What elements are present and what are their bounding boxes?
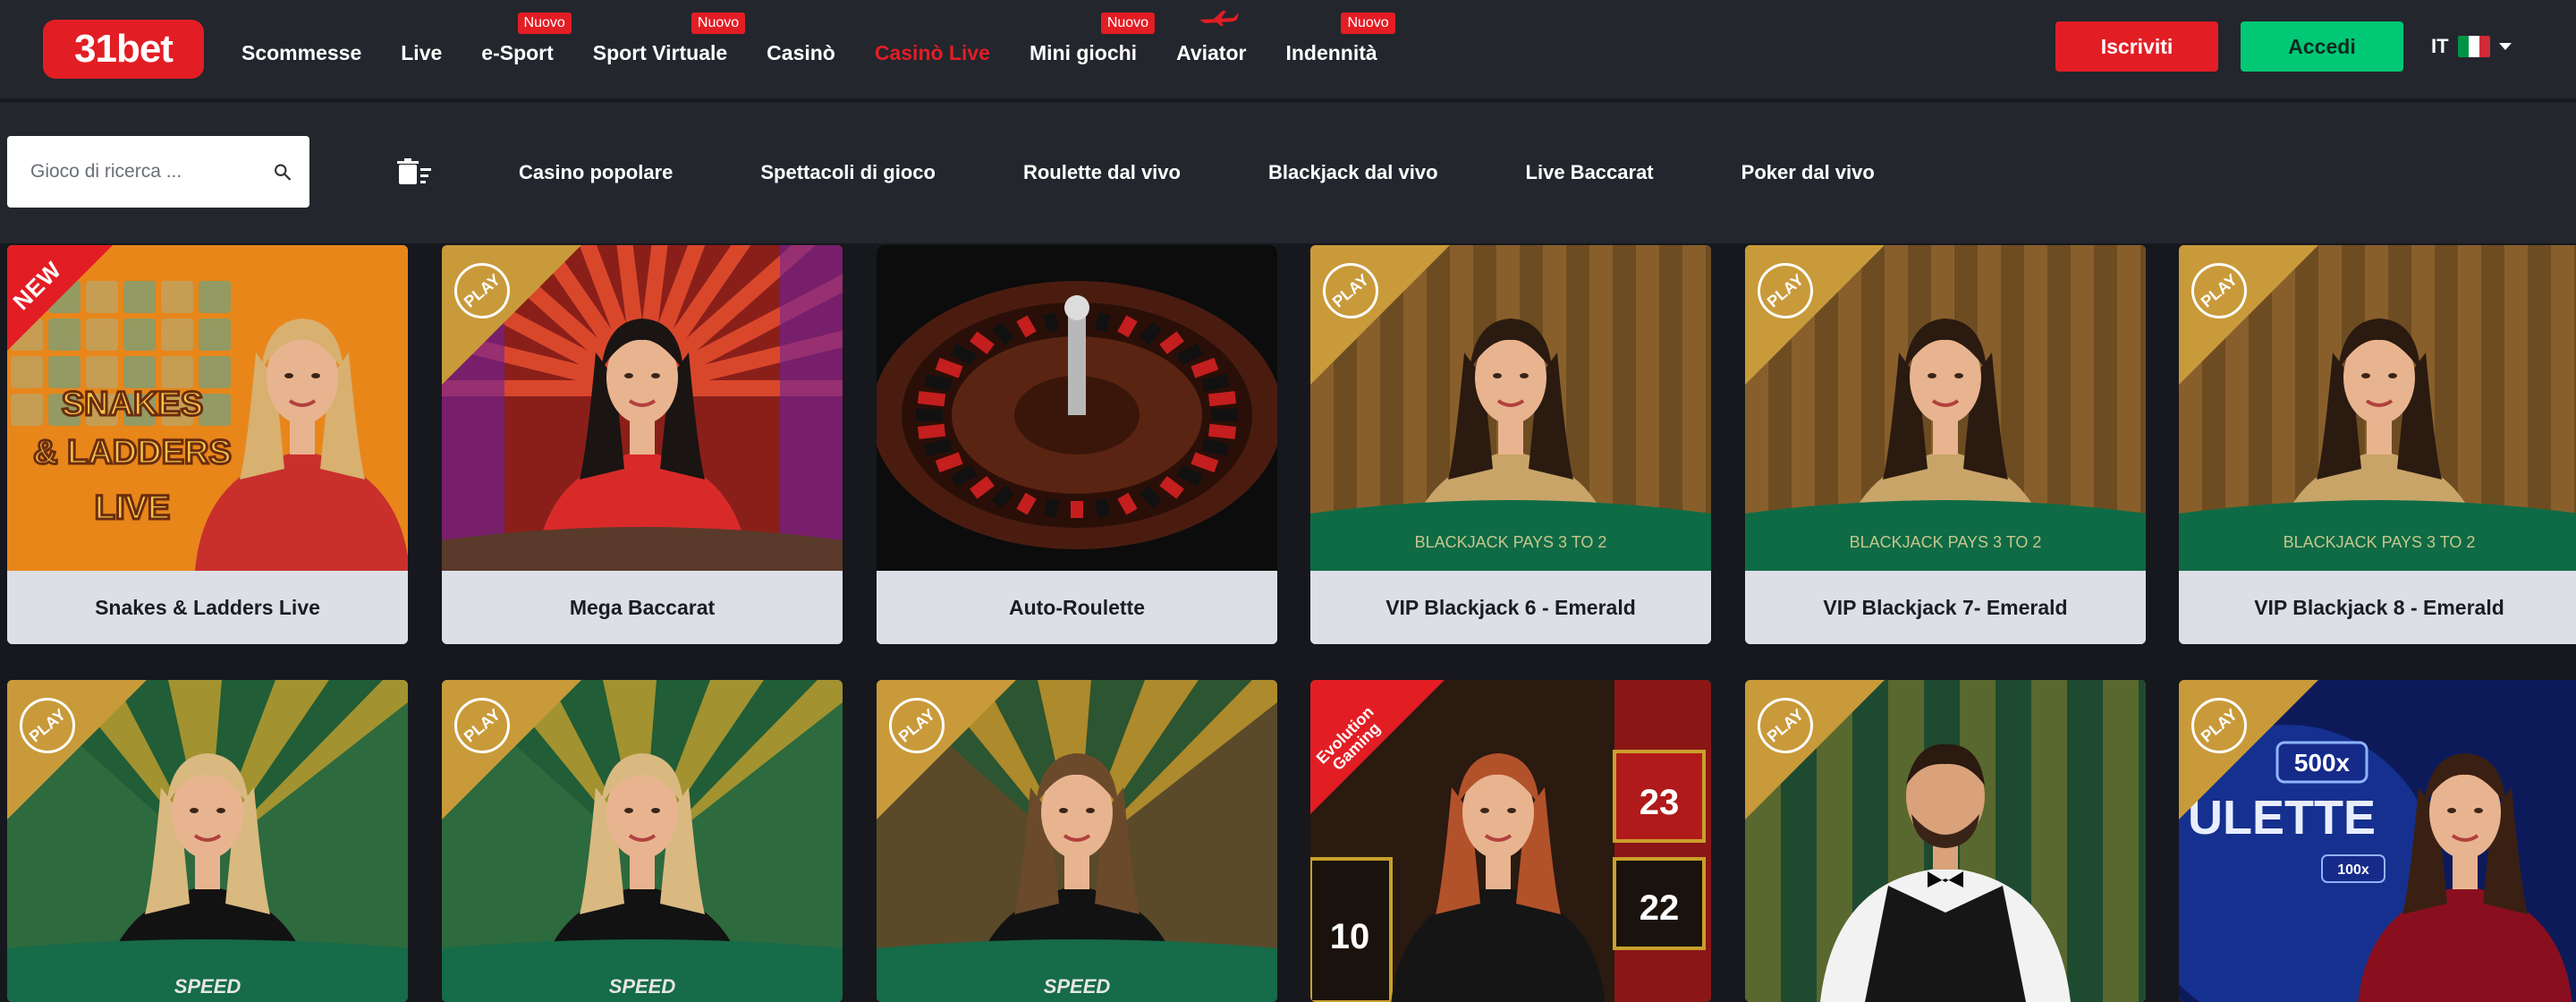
nav-item-indennit-[interactable]: Indennità Nuovo: [1285, 12, 1395, 65]
game-thumbnail[interactable]: SPEED PLAY: [877, 680, 1277, 1002]
nav-item-label: Aviator: [1176, 40, 1247, 64]
language-code: IT: [2431, 35, 2449, 57]
svg-text:BLACKJACK PAYS 3 TO 2: BLACKJACK PAYS 3 TO 2: [1415, 533, 1607, 551]
nav-item-label: Scommesse: [242, 40, 362, 64]
game-card[interactable]: SPEED PLAY: [7, 680, 408, 1002]
logo-text: 31bet: [74, 27, 174, 71]
game-thumbnail[interactable]: SNAKES & LADDERS LIVE NEW: [7, 245, 408, 571]
brand-logo[interactable]: 31bet: [43, 20, 204, 79]
game-card[interactable]: BLACKJACK PAYS 3 TO 2 PLAY VIP Blackjack 6…: [1310, 245, 1711, 644]
signup-button[interactable]: Iscriviti: [2055, 21, 2218, 72]
category-tab-poker-dal-vivo[interactable]: Poker dal vivo: [1741, 161, 1875, 184]
play-ribbon: [442, 245, 581, 385]
chevron-down-icon: [2498, 43, 2512, 50]
game-thumbnail[interactable]: PLAY: [1745, 680, 2146, 1002]
nav-item-live[interactable]: Live: [401, 36, 442, 65]
game-thumbnail[interactable]: 23 10 22 Evolution Gaming: [1310, 680, 1711, 1002]
italy-flag-icon: [2457, 36, 2490, 57]
game-thumbnail[interactable]: BLACKJACK PAYS 3 TO 2 PLAY: [2179, 245, 2576, 571]
nav-item-label: Indennità: [1285, 40, 1377, 64]
svg-text:22: 22: [1640, 888, 1680, 928]
category-tab-live-baccarat[interactable]: Live Baccarat: [1526, 161, 1654, 184]
game-title[interactable]: VIP Blackjack 6 - Emerald: [1310, 571, 1711, 644]
nav-item-casin-[interactable]: Casinò: [767, 36, 835, 65]
nav-item-label: Casinò: [767, 40, 835, 64]
game-title[interactable]: Snakes & Ladders Live: [7, 571, 408, 644]
category-tab-roulette-dal-vivo[interactable]: Roulette dal vivo: [1023, 161, 1181, 184]
play-ribbon: [1310, 245, 1450, 385]
search-input[interactable]: [30, 161, 273, 183]
game-thumbnail-art: [877, 245, 1277, 571]
new-badge: Nuovo: [517, 12, 572, 34]
category-tab-blackjack-dal-vivo[interactable]: Blackjack dal vivo: [1268, 161, 1438, 184]
game-title[interactable]: VIP Blackjack 7- Emerald: [1745, 571, 2146, 644]
nav-item-label: Live: [401, 40, 443, 64]
category-bar: Casino popolare Spettacoli di gioco Roulet…: [0, 102, 2576, 243]
svg-text:SPEED: SPEED: [1044, 975, 1111, 998]
nav-item-label: Mini giochi: [1029, 40, 1138, 64]
nav-item-scommesse[interactable]: Scommesse: [242, 36, 361, 65]
game-title[interactable]: VIP Blackjack 8 - Emerald: [2179, 571, 2576, 644]
svg-text:SPEED: SPEED: [174, 975, 242, 998]
new-badge: Nuovo: [691, 12, 746, 34]
search-icon[interactable]: [273, 158, 292, 185]
play-ribbon: [2179, 245, 2318, 385]
nav-item-label: Casinò Live: [874, 40, 990, 64]
svg-text:BLACKJACK PAYS 3 TO 2: BLACKJACK PAYS 3 TO 2: [1850, 533, 2042, 551]
play-ribbon: [1745, 680, 1885, 819]
game-card[interactable]: Auto-Roulette: [877, 245, 1277, 644]
game-card[interactable]: BLACKJACK PAYS 3 TO 2 PLAY VIP Blackjack 7…: [1745, 245, 2146, 644]
play-ribbon: [7, 680, 147, 819]
game-card[interactable]: 23 10 22 Evolution Gaming: [1310, 680, 1711, 1002]
game-card[interactable]: 500x ULETTE 100x PLAY: [2179, 680, 2576, 1002]
main-nav: Scommesse Live e-Sport Nuovo Sport Virtuale N…: [242, 0, 1417, 100]
search-box: [7, 136, 309, 208]
nav-item-e-sport[interactable]: e-Sport Nuovo: [481, 12, 572, 65]
svg-text:SPEED: SPEED: [609, 975, 676, 998]
game-thumbnail[interactable]: [877, 245, 1277, 571]
new-badge: Nuovo: [1100, 12, 1156, 34]
game-card[interactable]: SNAKES & LADDERS LIVE NEW Snakes & Ladder…: [7, 245, 408, 644]
new-badge: Nuovo: [1341, 12, 1395, 34]
category-tab-casino-popolare[interactable]: Casino popolare: [519, 161, 673, 184]
category-tab-spettacoli-di-gioco[interactable]: Spettacoli di gioco: [760, 161, 936, 184]
game-title[interactable]: Auto-Roulette: [877, 571, 1277, 644]
game-thumbnail[interactable]: SPEED PLAY: [442, 680, 843, 1002]
game-thumbnail[interactable]: BLACKJACK PAYS 3 TO 2 PLAY: [1310, 245, 1711, 571]
login-button[interactable]: Accedi: [2241, 21, 2403, 72]
game-thumbnail[interactable]: 500x ULETTE 100x PLAY: [2179, 680, 2576, 1002]
svg-text:LIVE: LIVE: [95, 489, 170, 527]
play-ribbon: [2179, 680, 2318, 819]
game-card[interactable]: PLAY: [1745, 680, 2146, 1002]
svg-text:SNAKES: SNAKES: [62, 386, 203, 423]
svg-text:BLACKJACK PAYS 3 TO 2: BLACKJACK PAYS 3 TO 2: [2284, 533, 2476, 551]
language-selector[interactable]: IT: [2431, 30, 2512, 63]
game-card[interactable]: SPEED PLAY: [442, 680, 843, 1002]
svg-text:10: 10: [1330, 917, 1370, 956]
nav-item-aviator[interactable]: Aviator: [1176, 10, 1247, 65]
clear-filter-icon[interactable]: [397, 157, 433, 186]
nav-item-mini-giochi[interactable]: Mini giochi Nuovo: [1029, 12, 1156, 65]
nav-item-sport-virtuale[interactable]: Sport Virtuale Nuovo: [592, 12, 746, 65]
nav-item-label: Sport Virtuale: [592, 40, 728, 64]
nav-item-label: e-Sport: [481, 40, 554, 64]
play-ribbon: [442, 680, 581, 819]
game-thumbnail[interactable]: PLAY: [442, 245, 843, 571]
airplane-icon: [1199, 10, 1240, 26]
svg-text:& LADDERS: & LADDERS: [33, 434, 232, 471]
game-thumbnail[interactable]: BLACKJACK PAYS 3 TO 2 PLAY: [1745, 245, 2146, 571]
game-card[interactable]: PLAY Mega Baccarat: [442, 245, 843, 644]
game-card[interactable]: SPEED PLAY: [877, 680, 1277, 1002]
nav-item-casin-live[interactable]: Casinò Live: [875, 36, 990, 65]
top-navbar: 31bet Scommesse Live e-Sport Nuovo Sport Vir…: [0, 0, 2576, 100]
category-tabs: Casino popolare Spettacoli di gioco Roulet…: [519, 102, 1962, 243]
game-title[interactable]: Mega Baccarat: [442, 571, 843, 644]
game-thumbnail[interactable]: SPEED PLAY: [7, 680, 408, 1002]
svg-text:23: 23: [1640, 783, 1680, 822]
game-card[interactable]: BLACKJACK PAYS 3 TO 2 PLAY VIP Blackjack 8…: [2179, 245, 2576, 644]
svg-text:100x: 100x: [2337, 862, 2369, 878]
play-ribbon: [1745, 245, 1885, 385]
play-ribbon: [877, 680, 1016, 819]
